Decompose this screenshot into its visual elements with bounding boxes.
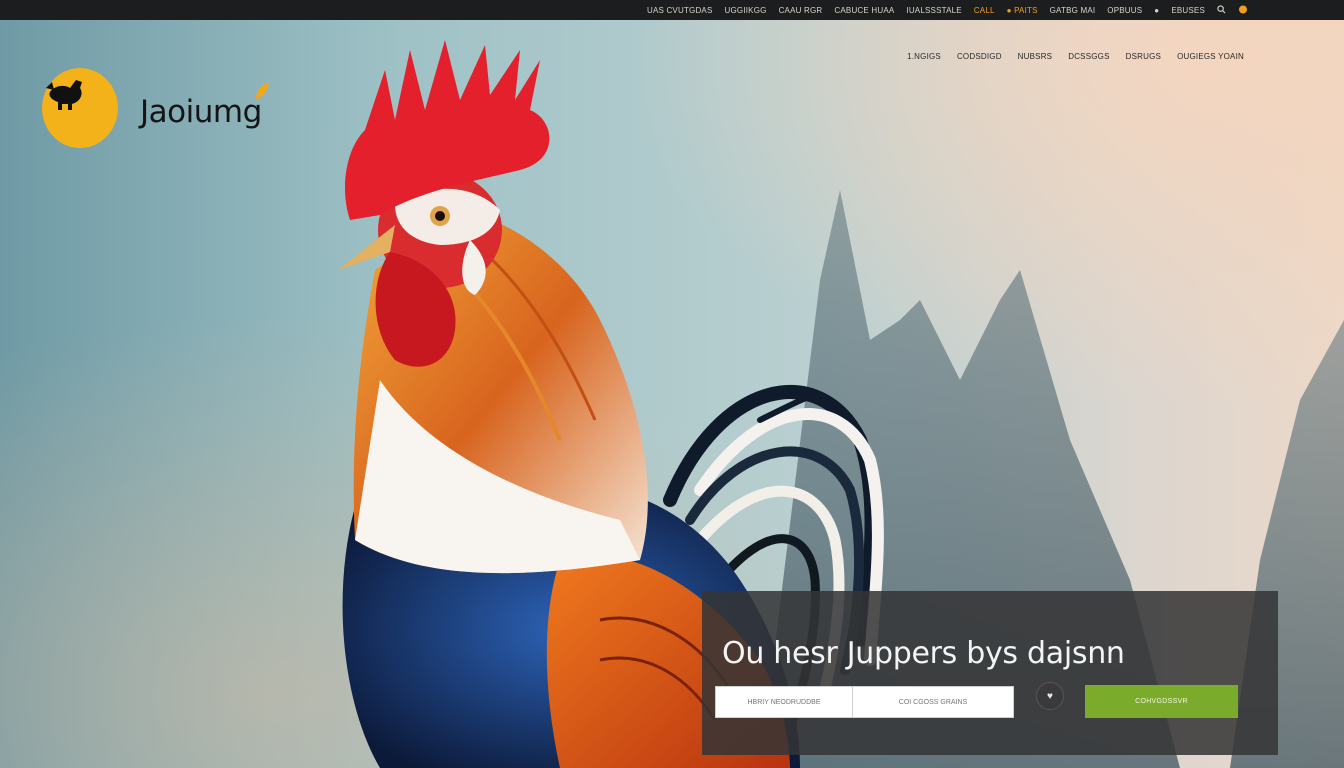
topbar-item-6[interactable]: CALL (974, 6, 995, 15)
search-field-1[interactable] (715, 686, 852, 718)
topbar-item-2[interactable]: UGGIIKGG (725, 6, 767, 15)
brand-logo[interactable] (42, 68, 118, 148)
topbar-item-3[interactable]: CAAU RGR (779, 6, 823, 15)
search-icon[interactable] (1217, 4, 1226, 16)
nav-item-4[interactable]: DCSSGGS (1068, 52, 1109, 61)
nav-item-5[interactable]: DSRUGS (1126, 52, 1161, 61)
brand-name[interactable]: Jaoiumg (140, 94, 262, 130)
favorite-button[interactable]: ♥ (1036, 682, 1064, 710)
topbar-item-1[interactable]: UAS CVUTGDAS (647, 6, 713, 15)
topbar-item-9[interactable]: OPBUUS (1107, 6, 1142, 15)
topbar-item-4[interactable]: CABUCE HUAA (834, 6, 894, 15)
topbar-item-5[interactable]: IUALSSSTALE (906, 6, 961, 15)
cta-button[interactable]: COHVGDSSVR (1085, 685, 1238, 718)
nav-item-1[interactable]: 1.NGIGS (907, 52, 941, 61)
rooster-icon (46, 80, 82, 110)
nav-item-3[interactable]: NUBSRS (1018, 52, 1053, 61)
leaf-icon (254, 82, 270, 102)
main-nav: 1.NGIGS CODSDIGD NUBSRS DCSSGGS DSRUGS O… (907, 52, 1244, 61)
top-utility-bar: UAS CVUTGDAS UGGIIKGG CAAU RGR CABUCE HU… (0, 0, 1344, 20)
nav-item-6[interactable]: OUGIEGS YOAIN (1177, 52, 1244, 61)
cart-icon[interactable] (1238, 5, 1248, 16)
nav-item-2[interactable]: CODSDIGD (957, 52, 1002, 61)
hero-headline: Ou hesr Juppers bys dajsnn (722, 636, 1125, 671)
heart-icon: ♥ (1047, 690, 1053, 702)
search-input-1[interactable] (716, 686, 852, 718)
topbar-item-7[interactable]: ● PAITS (1007, 6, 1038, 15)
topbar-item-10[interactable]: ● (1154, 6, 1159, 15)
topbar-item-8[interactable]: GATBG MAI (1050, 6, 1096, 15)
search-panel (702, 591, 1278, 755)
search-field-2[interactable] (852, 686, 1014, 718)
search-input-2[interactable] (853, 686, 1013, 718)
topbar-item-11[interactable]: EBUSES (1171, 6, 1205, 15)
